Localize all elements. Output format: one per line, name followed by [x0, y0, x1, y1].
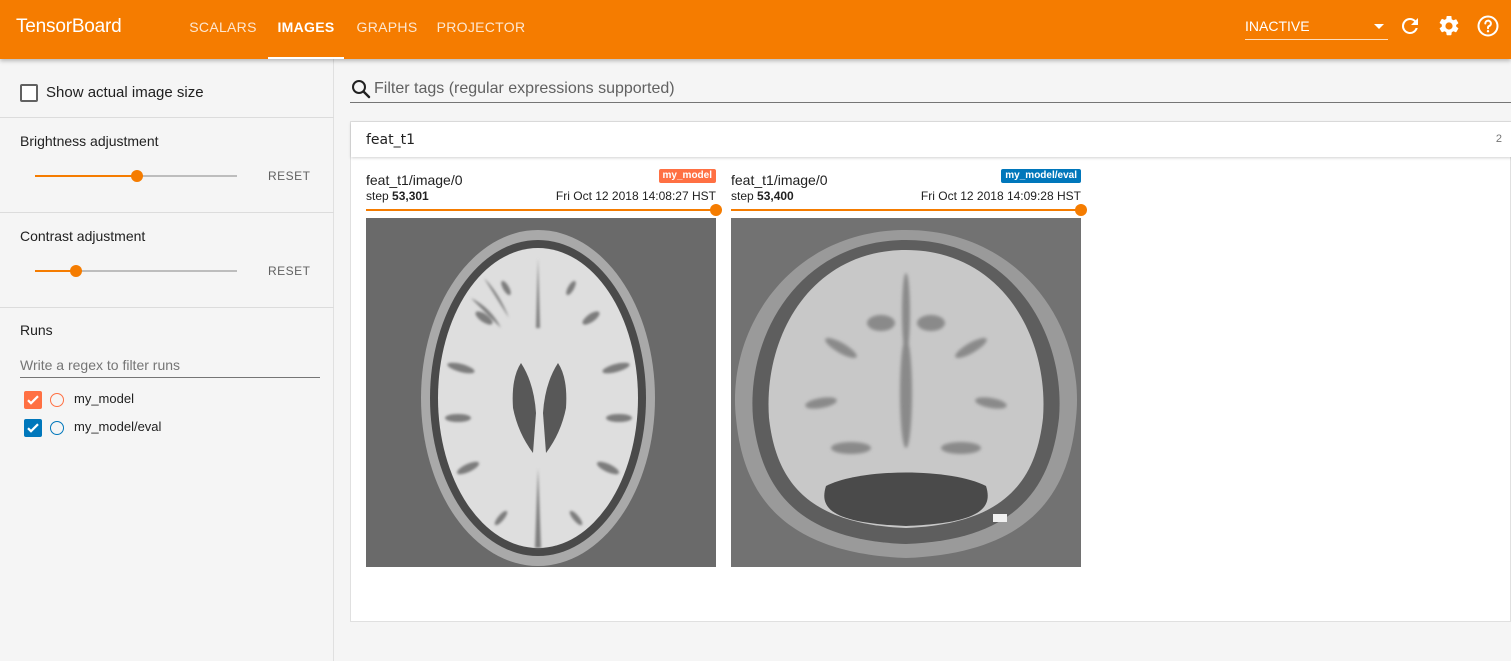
tab-images[interactable]: IMAGES: [268, 0, 344, 59]
step-slider[interactable]: [366, 204, 722, 216]
step-info: step 53,400: [731, 189, 794, 203]
run-name-my-model: my_model: [74, 391, 134, 406]
status-dropdown-value: INACTIVE: [1245, 18, 1310, 34]
brightness-slider-fill: [35, 175, 137, 177]
image-pane: feat_t1/image/0 step 53,301 my_model Fri…: [366, 166, 722, 567]
contrast-reset-button[interactable]: RESET: [268, 264, 311, 278]
show-size-section: Show actual image size: [0, 59, 334, 118]
brightness-section: Brightness adjustment RESET: [0, 118, 334, 213]
sidebar: Show actual image size Brightness adjust…: [0, 59, 334, 661]
image-pane: feat_t1/image/0 step 53,400 my_model/eva…: [731, 166, 1087, 567]
contrast-slider-knob[interactable]: [70, 265, 82, 277]
brightness-reset-button[interactable]: RESET: [268, 169, 311, 183]
step-slider-knob[interactable]: [1075, 204, 1087, 216]
timestamp: Fri Oct 12 2018 14:09:28 HST: [920, 189, 1081, 203]
check-icon: [27, 423, 39, 433]
tab-graphs[interactable]: GRAPHS: [346, 0, 428, 59]
run-checkbox-my-model-eval[interactable]: [24, 419, 42, 437]
brain-mri-coronal-image: [731, 218, 1081, 567]
run-color-ring-my-model-eval[interactable]: [50, 421, 64, 435]
image-tag-title: feat_t1/image/0: [731, 172, 828, 188]
image-tag-title: feat_t1/image/0: [366, 172, 463, 188]
help-icon[interactable]: [1476, 14, 1500, 38]
brain-mri-axial-image: [366, 218, 716, 567]
runs-label: Runs: [20, 322, 53, 338]
tag-category-card: feat_t1 2 feat_t1/image/0 step 53,301 my…: [350, 121, 1511, 622]
show-actual-size-checkbox[interactable]: [20, 84, 38, 102]
tag-filter-input[interactable]: [374, 76, 1494, 102]
show-actual-size-label: Show actual image size: [46, 84, 204, 101]
status-dropdown[interactable]: INACTIVE: [1245, 14, 1388, 40]
run-badge: my_model: [658, 169, 716, 183]
contrast-label: Contrast adjustment: [20, 228, 146, 244]
run-color-ring-my-model[interactable]: [50, 393, 64, 407]
step-info: step 53,301: [366, 189, 429, 203]
step-value: 53,400: [757, 189, 794, 203]
run-name-my-model-eval: my_model/eval: [74, 419, 162, 434]
tag-filter: [350, 76, 1511, 103]
settings-icon[interactable]: [1437, 14, 1461, 38]
brightness-label: Brightness adjustment: [20, 133, 159, 149]
run-checkbox-my-model[interactable]: [24, 391, 42, 409]
contrast-section: Contrast adjustment RESET: [0, 213, 334, 308]
category-title: feat_t1: [366, 132, 416, 148]
step-slider-knob[interactable]: [710, 204, 722, 216]
step-slider[interactable]: [731, 204, 1087, 216]
check-icon: [27, 395, 39, 405]
step-value: 53,301: [392, 189, 429, 203]
app-title: TensorBoard: [16, 16, 122, 37]
tab-scalars[interactable]: SCALARS: [180, 0, 266, 59]
chevron-down-icon: [1374, 24, 1384, 29]
run-badge: my_model/eval: [1001, 169, 1081, 183]
top-app-bar: TensorBoard SCALARS IMAGES GRAPHS PROJEC…: [0, 0, 1511, 59]
tab-projector[interactable]: PROJECTOR: [430, 0, 532, 59]
brightness-slider-knob[interactable]: [131, 170, 143, 182]
runs-filter-input[interactable]: [20, 353, 320, 378]
search-icon: [352, 80, 371, 99]
timestamp: Fri Oct 12 2018 14:08:27 HST: [555, 189, 716, 203]
refresh-icon[interactable]: [1398, 14, 1422, 38]
category-header[interactable]: feat_t1 2: [351, 122, 1511, 157]
category-count: 2: [1495, 133, 1502, 145]
